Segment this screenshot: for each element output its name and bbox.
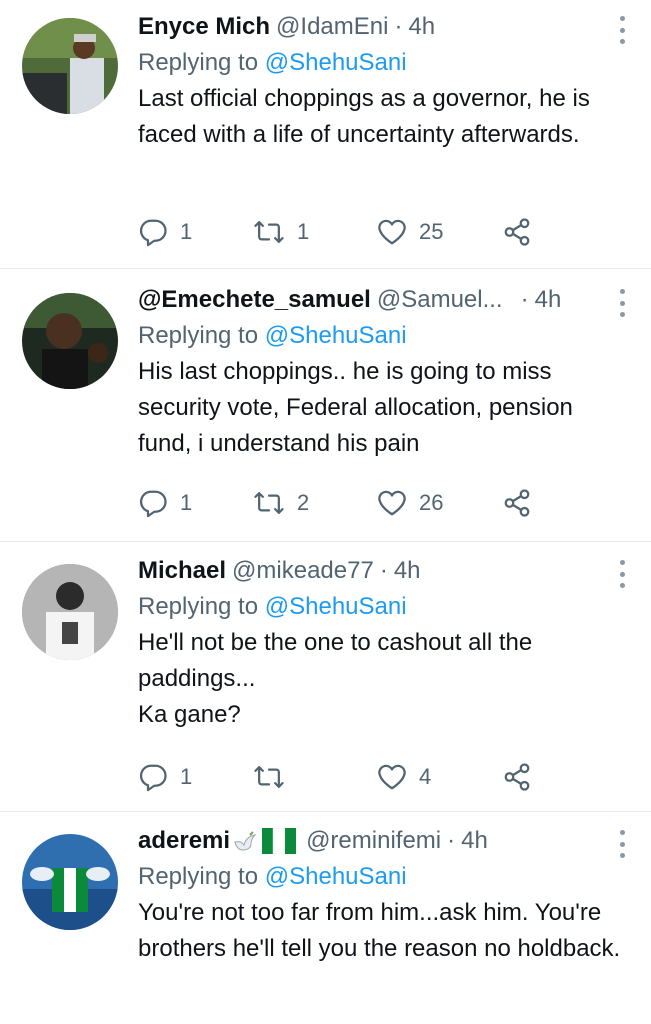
separator-dot: · — [520, 286, 529, 313]
tweet-text: His last choppings.. he is going to miss… — [138, 358, 573, 457]
timestamp[interactable]: 4h — [408, 10, 435, 44]
like-count: 26 — [419, 490, 444, 515]
replying-to: Replying to @ShehuSani — [138, 589, 627, 625]
reply-button[interactable]: 1 — [138, 217, 253, 247]
reply-icon — [139, 764, 167, 792]
retweet-button[interactable]: 2 — [253, 488, 377, 518]
separator-dot: · — [379, 557, 388, 584]
replying-label: Replying to — [138, 322, 259, 349]
avatar[interactable] — [22, 293, 118, 389]
display-name[interactable]: Enyce Mich — [138, 10, 270, 44]
share-icon — [504, 763, 530, 791]
reply-icon — [139, 490, 167, 518]
heart-icon — [378, 219, 406, 245]
heart-icon — [378, 764, 406, 790]
like-button[interactable]: 26 — [377, 489, 502, 517]
avatar[interactable] — [22, 18, 118, 114]
more-icon[interactable] — [617, 16, 627, 44]
reply-button[interactable]: 1 — [138, 762, 253, 792]
timestamp[interactable]: 4h — [535, 283, 562, 317]
tweet-3[interactable]: Michael @mikeade77 · 4h Replying to @She… — [0, 542, 651, 812]
reply-count: 1 — [180, 764, 193, 789]
replying-to-link[interactable]: @ShehuSani — [265, 49, 407, 76]
like-button[interactable]: 4 — [377, 763, 502, 791]
more-icon[interactable] — [617, 830, 627, 858]
action-bar: 1 2 26 — [138, 483, 627, 523]
heart-icon — [378, 490, 406, 516]
separator-dot: · — [394, 13, 403, 40]
user-handle[interactable]: @mikeade77 — [232, 554, 374, 588]
display-name[interactable]: @Emechete_samuel — [138, 283, 371, 317]
like-count: 4 — [419, 764, 432, 789]
tweet-2[interactable]: @Emechete_samuel @Samuel... · 4h Replyin… — [0, 269, 651, 542]
tweet-header: aderemi @reminifemi · 4h — [138, 824, 627, 858]
retweet-button[interactable] — [253, 762, 377, 792]
tweet-text: He'll not be the one to cashout all the … — [138, 625, 627, 733]
retweet-icon — [254, 492, 284, 514]
replying-to: Replying to @ShehuSani — [138, 859, 627, 895]
user-handle[interactable]: @reminifemi — [306, 824, 441, 858]
share-icon — [504, 218, 530, 246]
tweet-header: @Emechete_samuel @Samuel... · 4h — [138, 283, 627, 317]
tweet-text-line: He'll not be the one to cashout all the … — [138, 629, 533, 692]
user-handle[interactable]: @Samuel... — [377, 283, 503, 317]
replying-label: Replying to — [138, 863, 259, 890]
user-handle[interactable]: @IdamEni — [276, 10, 388, 44]
reply-button[interactable]: 1 — [138, 488, 253, 518]
reply-count: 1 — [180, 490, 193, 515]
tweet-text: You're not too far from him...ask him. Y… — [138, 899, 621, 962]
nigeria-flag-icon — [262, 828, 297, 854]
reply-icon — [139, 219, 167, 247]
avatar[interactable] — [22, 564, 118, 660]
like-button[interactable]: 25 — [377, 218, 502, 246]
tweet-1[interactable]: Enyce Mich @IdamEni · 4h Replying to @Sh… — [0, 0, 651, 269]
tweet-text: Last official choppings as a governor, h… — [138, 85, 590, 148]
retweet-button[interactable]: 1 — [253, 217, 377, 247]
replying-to: Replying to @ShehuSani — [138, 318, 627, 354]
tweet-header: Enyce Mich @IdamEni · 4h — [138, 10, 627, 44]
replying-to-link[interactable]: @ShehuSani — [265, 863, 407, 890]
retweet-count: 1 — [297, 219, 310, 244]
timestamp[interactable]: 4h — [461, 824, 488, 858]
action-bar: 1 1 25 — [138, 212, 627, 252]
display-name[interactable]: Michael — [138, 554, 226, 588]
tweet-text-line: Ka gane? — [138, 701, 241, 728]
replying-label: Replying to — [138, 49, 259, 76]
separator-dot: · — [447, 827, 456, 854]
timestamp[interactable]: 4h — [394, 554, 421, 588]
replying-to: Replying to @ShehuSani — [138, 45, 627, 81]
more-icon[interactable] — [617, 560, 627, 588]
like-count: 25 — [419, 219, 444, 244]
replying-label: Replying to — [138, 593, 259, 620]
share-button[interactable] — [502, 762, 532, 792]
retweet-count: 2 — [297, 490, 310, 515]
replying-to-link[interactable]: @ShehuSani — [265, 322, 407, 349]
replying-to-link[interactable]: @ShehuSani — [265, 593, 407, 620]
share-button[interactable] — [502, 488, 532, 518]
retweet-icon — [254, 766, 284, 788]
share-icon — [504, 489, 530, 517]
reply-count: 1 — [180, 219, 193, 244]
retweet-icon — [254, 221, 284, 243]
tweet-4[interactable]: aderemi @reminifemi · 4h Replying to @Sh… — [0, 812, 651, 1024]
share-button[interactable] — [502, 217, 532, 247]
tweet-header: Michael @mikeade77 · 4h — [138, 554, 627, 588]
more-icon[interactable] — [617, 289, 627, 317]
display-name[interactable]: aderemi — [138, 824, 230, 858]
avatar[interactable] — [22, 834, 118, 930]
dove-icon — [234, 831, 257, 851]
action-bar: 1 4 — [138, 757, 627, 797]
